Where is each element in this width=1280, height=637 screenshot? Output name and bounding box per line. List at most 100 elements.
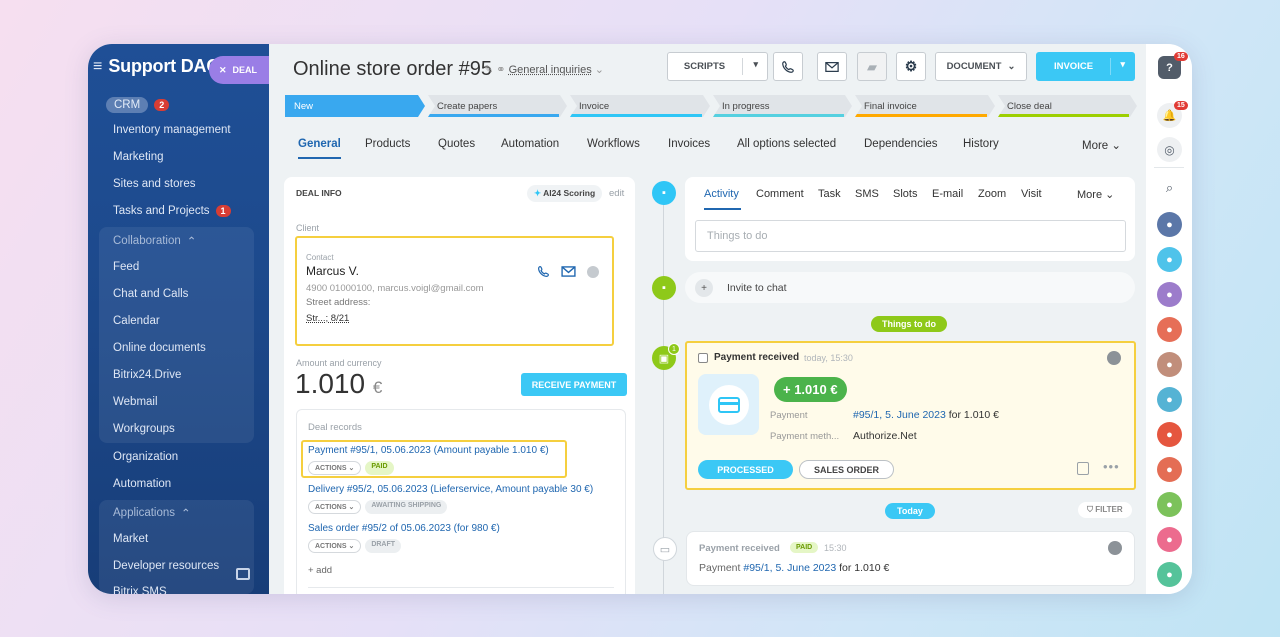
sidebar-item-documents[interactable]: Online documents (113, 342, 206, 354)
avatar-icon[interactable] (1107, 351, 1121, 365)
tab-slots[interactable]: Slots (893, 188, 917, 200)
sidebar-item-workgroups[interactable]: Workgroups (113, 423, 175, 435)
stage-new[interactable]: New (285, 95, 425, 117)
chat-icon[interactable] (587, 265, 599, 278)
tab-all-options[interactable]: All options selected (737, 138, 836, 150)
more-dots-icon[interactable]: ••• (1103, 459, 1120, 474)
stage-invoice[interactable]: Invoice (570, 95, 710, 117)
tab-invoices[interactable]: Invoices (668, 138, 710, 150)
stage-create-papers[interactable]: Create papers (428, 95, 567, 117)
email-button[interactable] (817, 52, 847, 81)
invoice-button[interactable]: INVOICE ▾ (1036, 52, 1135, 81)
tab-zoom[interactable]: Zoom (978, 188, 1006, 200)
user-chat-icon[interactable]: ● (1157, 247, 1182, 272)
record-sales-order-link[interactable]: Sales order #95/2 of 05.06.2023 (for 980… (308, 523, 500, 534)
chevron-down-icon[interactable]: ▾ (753, 59, 758, 70)
note-icon[interactable] (1077, 462, 1089, 475)
sidebar-item-marketing[interactable]: Marketing (113, 151, 164, 163)
add-record-link[interactable]: + add (308, 565, 332, 576)
mail-icon[interactable] (561, 266, 576, 277)
stage-in-progress[interactable]: In progress (713, 95, 852, 117)
avatar-icon[interactable] (1108, 541, 1122, 555)
tab-general[interactable]: General (298, 138, 341, 159)
processed-button[interactable]: PROCESSED (698, 460, 793, 479)
viber-chat-icon[interactable]: ● (1157, 562, 1182, 587)
sidebar-item-tasks[interactable]: Tasks and Projects 1 (113, 205, 231, 217)
ai-scoring-button[interactable]: ✦ AI24 Scoring (527, 185, 603, 202)
viber-chat-icon[interactable]: ● (1157, 387, 1182, 412)
record-payment-link[interactable]: Payment #95/1, 05.06.2023 (Amount payabl… (308, 445, 549, 456)
sidebar-item-organization[interactable]: Organization (113, 451, 178, 463)
portal-title[interactable]: Support DAO (108, 56, 220, 77)
menu-icon[interactable]: ≡ (93, 58, 102, 76)
applications-header[interactable]: Applications ⌃ (113, 506, 191, 520)
tab-dependencies[interactable]: Dependencies (864, 138, 938, 150)
search-icon[interactable]: ⌕ (1157, 175, 1182, 200)
viber-chat-icon[interactable]: ● (1157, 527, 1182, 552)
filter-button[interactable]: ⛉ FILTER (1078, 502, 1132, 518)
invite-chat-bar[interactable]: + Invite to chat (685, 272, 1135, 303)
tab-more[interactable]: More ⌄ (1082, 138, 1121, 152)
viber-chat-icon[interactable]: ● (1157, 492, 1182, 517)
sidebar-item-webmail[interactable]: Webmail (113, 396, 158, 408)
sidebar-item-market[interactable]: Market (113, 533, 148, 545)
viber-chat-icon[interactable]: ● (1157, 422, 1182, 447)
things-to-do-input[interactable]: Things to do (695, 220, 1126, 252)
contact-name[interactable]: Marcus V. (306, 264, 359, 278)
phone-icon[interactable] (537, 265, 550, 278)
tab-sms[interactable]: SMS (855, 188, 879, 200)
call-button[interactable] (773, 52, 803, 81)
sidebar-item-sites[interactable]: Sites and stores (113, 178, 195, 190)
group-chat-icon[interactable]: ● (1157, 212, 1182, 237)
deal-close-pill[interactable]: ✕ DEAL (209, 56, 269, 84)
scripts-button[interactable]: SCRIPTS ▾ (667, 52, 768, 81)
tab-history[interactable]: History (963, 138, 999, 150)
settings-button[interactable]: ⚙ (896, 52, 926, 81)
edit-icon[interactable]: ✎ ⚭ (484, 64, 506, 76)
tab-products[interactable]: Products (365, 138, 410, 150)
chat-button[interactable]: ▰ (857, 52, 887, 81)
viber-chat-icon[interactable]: ● (1157, 352, 1182, 377)
viber-chat-icon[interactable]: ● (1157, 282, 1182, 307)
sales-order-button[interactable]: SALES ORDER (799, 460, 894, 479)
tab-email[interactable]: E-mail (932, 188, 963, 200)
sidebar-item-calendar[interactable]: Calendar (113, 315, 160, 327)
history-link[interactable]: #95/1, 5. June 2023 (743, 562, 836, 574)
actions-dropdown[interactable]: ACTIONS ⌄ (308, 539, 362, 553)
sidebar-item-developer[interactable]: Developer resources (113, 560, 219, 572)
stage-close-deal[interactable]: Close deal (998, 95, 1137, 117)
team-chat-icon[interactable]: ● (1157, 317, 1182, 342)
printer-icon[interactable] (236, 568, 250, 580)
actions-dropdown[interactable]: ACTIONS ⌄ (308, 500, 362, 514)
category-selector[interactable]: ✎ ⚭ General inquiries ⌄ (484, 63, 604, 76)
sidebar-item-automation[interactable]: Automation (113, 478, 171, 490)
team-chat-icon[interactable]: ● (1157, 457, 1182, 482)
record-delivery-link[interactable]: Delivery #95/2, 05.06.2023 (Lieferservic… (308, 484, 593, 495)
edit-link[interactable]: edit (609, 188, 624, 199)
stage-final-invoice[interactable]: Final invoice (855, 95, 995, 117)
close-icon[interactable]: ✕ (219, 65, 227, 76)
sidebar-item-chat[interactable]: Chat and Calls (113, 288, 188, 300)
chevron-down-icon[interactable]: ▾ (1120, 59, 1125, 70)
document-button[interactable]: DOCUMENT ⌄ (935, 52, 1027, 81)
address-value[interactable]: Str...; 8/21 (306, 313, 349, 324)
payment-link[interactable]: #95/1, 5. June 2023 (853, 409, 946, 421)
receive-payment-button[interactable]: RECEIVE PAYMENT (521, 373, 627, 396)
tab-more-activity[interactable]: More ⌄ (1077, 188, 1114, 201)
tab-activity[interactable]: Activity (704, 188, 739, 200)
sidebar-item-inventory[interactable]: Inventory management (113, 124, 231, 136)
sidebar-item-sms[interactable]: Bitrix SMS (113, 586, 167, 594)
tab-comment[interactable]: Comment (756, 188, 804, 200)
tab-quotes[interactable]: Quotes (438, 138, 475, 150)
tab-task[interactable]: Task (818, 188, 841, 200)
tab-automation[interactable]: Automation (501, 138, 559, 150)
tab-visit[interactable]: Visit (1021, 188, 1042, 200)
complete-checkbox[interactable] (698, 353, 708, 363)
sidebar-item-drive[interactable]: Bitrix24.Drive (113, 369, 181, 381)
sidebar-item-crm[interactable]: CRM 2 (106, 97, 170, 113)
collaboration-header[interactable]: Collaboration ⌃ (113, 234, 196, 248)
actions-dropdown[interactable]: ACTIONS ⌄ (308, 461, 362, 475)
chat-list-icon[interactable]: ◎ (1157, 137, 1182, 162)
sidebar-item-feed[interactable]: Feed (113, 261, 139, 273)
tab-workflows[interactable]: Workflows (587, 138, 640, 150)
